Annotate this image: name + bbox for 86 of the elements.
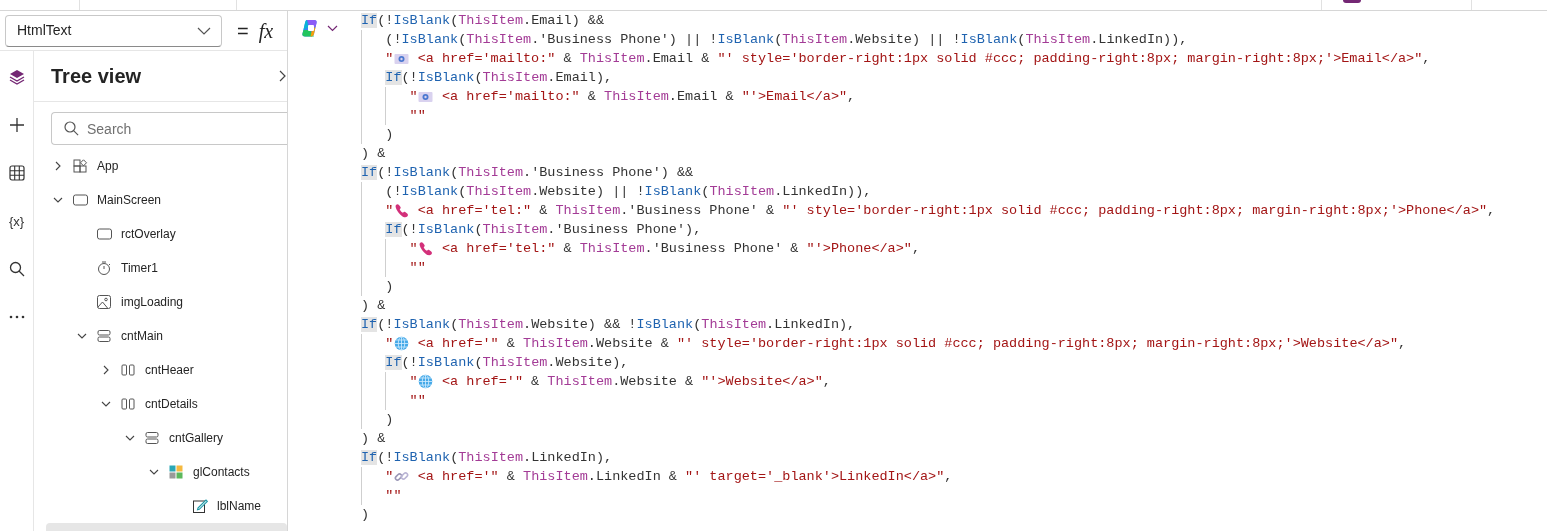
code-line: "" bbox=[385, 487, 402, 505]
tree-item[interactable]: cntMain bbox=[121, 327, 164, 345]
equals-sign: = bbox=[237, 18, 249, 44]
code-line: ) & bbox=[361, 297, 386, 315]
tree-item[interactable]: imgLoading bbox=[121, 293, 184, 311]
code-line: "" bbox=[409, 392, 426, 410]
variables-button[interactable]: {x} bbox=[8, 214, 25, 228]
rectangle-icon bbox=[97, 227, 112, 241]
expanded-chevron-icon[interactable] bbox=[77, 333, 87, 339]
search-icon bbox=[64, 121, 79, 136]
code-line: If(!IsBlank(ThisItem.LinkedIn), bbox=[361, 449, 613, 467]
image-icon bbox=[97, 295, 112, 309]
expanded-chevron-icon[interactable] bbox=[53, 197, 63, 203]
tree-item[interactable]: cntGallery bbox=[169, 429, 224, 447]
code-line: ) bbox=[385, 411, 394, 429]
expanded-chevron-icon[interactable] bbox=[101, 401, 111, 407]
code-line: <a href='mailto:" & ThisItem.Email & "'>Email</a>", bbox=[441, 88, 856, 106]
container-icon bbox=[97, 329, 112, 343]
code-line: ) bbox=[385, 278, 394, 296]
tree-item[interactable]: rctOverlay bbox=[121, 225, 176, 243]
container-icon bbox=[121, 363, 136, 377]
email-icon bbox=[394, 52, 409, 65]
code-line: <a href='tel:" & ThisItem.'Business Phone' & "'>Phone</a>", bbox=[441, 240, 920, 258]
tree-item[interactable]: MainScreen bbox=[97, 191, 162, 209]
collapsed-chevron-icon[interactable] bbox=[103, 365, 109, 375]
code-line: If(!IsBlank(ThisItem.'Business Phone'), bbox=[385, 221, 702, 239]
search-field[interactable]: Search bbox=[51, 112, 287, 145]
expanded-chevron-icon[interactable] bbox=[149, 469, 159, 475]
caret-icon[interactable] bbox=[327, 25, 338, 32]
collapse-chevron-icon[interactable] bbox=[279, 70, 286, 82]
code-line: If(!IsBlank(ThisItem.'Business Phone') && bbox=[361, 164, 694, 182]
container-icon bbox=[145, 431, 160, 445]
code-line: ) bbox=[385, 126, 394, 144]
panel-title: Tree view bbox=[51, 64, 142, 89]
screen-icon bbox=[73, 193, 88, 207]
tree-item[interactable]: App bbox=[97, 157, 119, 175]
phone-icon bbox=[418, 241, 434, 256]
edit-icon bbox=[193, 499, 208, 513]
code-line: " bbox=[409, 240, 418, 258]
tree-item[interactable]: cntDetails bbox=[145, 395, 198, 413]
property-dropdown[interactable]: HtmlText bbox=[5, 14, 222, 47]
email-icon bbox=[418, 90, 434, 103]
layers-icon[interactable] bbox=[7, 68, 26, 86]
globe-icon bbox=[394, 336, 409, 351]
tree-item[interactable]: glContacts bbox=[193, 463, 250, 481]
table-icon[interactable] bbox=[8, 165, 25, 181]
code-line: If(!IsBlank(ThisItem.Website) && !IsBlank(ThisItem.LinkedIn), bbox=[361, 316, 856, 334]
code-line: "" bbox=[409, 259, 426, 277]
collapsed-chevron-icon[interactable] bbox=[55, 161, 61, 171]
chevron-down-icon bbox=[197, 26, 211, 35]
code-line: <a href='mailto:" & ThisItem.Email & "' style='border-right:1px solid #ccc; padding-right:8px; margin-right:8px;'>Email</a>", bbox=[416, 50, 1431, 68]
tree-item[interactable]: cntHeaer bbox=[145, 361, 194, 379]
code-line: ) & bbox=[361, 145, 386, 163]
container-icon bbox=[121, 397, 136, 411]
code-line: " bbox=[385, 468, 394, 486]
code-line: If(!IsBlank(ThisItem.Website), bbox=[385, 354, 629, 372]
fx-label[interactable]: fx bbox=[258, 15, 274, 46]
code-line: "" bbox=[409, 107, 426, 125]
code-line: " bbox=[385, 335, 394, 353]
more-icon[interactable] bbox=[8, 315, 25, 319]
code-line: (!IsBlank(ThisItem.'Business Phone') || !IsBlank(ThisItem.Website) || !IsBlank(ThisItem.LinkedIn)), bbox=[385, 31, 1188, 49]
code-line: ) bbox=[361, 506, 370, 524]
code-line: ) & bbox=[361, 430, 386, 448]
code-line: " bbox=[385, 202, 394, 220]
code-line: <a href='" & ThisItem.Website & "' style='border-right:1px solid #ccc; padding-right:8px; margin-right:8px;'>Website</a>", bbox=[416, 335, 1407, 353]
timer-icon bbox=[97, 261, 112, 275]
tree-item[interactable]: Timer1 bbox=[121, 259, 158, 277]
globe-icon bbox=[418, 374, 434, 389]
gallery-icon bbox=[169, 465, 184, 479]
code-line: " bbox=[409, 373, 418, 391]
code-line: If(!IsBlank(ThisItem.Email), bbox=[385, 69, 613, 87]
expanded-chevron-icon[interactable] bbox=[125, 435, 135, 441]
tree-item[interactable]: lblName bbox=[217, 497, 261, 515]
code-line: <a href='" & ThisItem.LinkedIn & "' target='_blank'>LinkedIn</a>", bbox=[416, 468, 953, 486]
code-line: If(!IsBlank(ThisItem.Email) && bbox=[361, 12, 605, 30]
code-line: " bbox=[409, 88, 418, 106]
link-icon bbox=[394, 469, 409, 484]
code-line: (!IsBlank(ThisItem.Website) || !IsBlank(ThisItem.LinkedIn)), bbox=[385, 183, 872, 201]
search-icon[interactable] bbox=[8, 261, 25, 277]
phone-icon bbox=[394, 203, 409, 218]
tab-indicator bbox=[1343, 0, 1361, 3]
code-line: <a href='tel:" & ThisItem.'Business Phone' & "' style='border-right:1px solid #ccc; padding-right:8px; margin-right:8px;'>Phone</a>", bbox=[416, 202, 1496, 220]
add-icon[interactable] bbox=[8, 117, 25, 133]
code-line: <a href='" & ThisItem.Website & "'>Website</a>", bbox=[441, 373, 831, 391]
code-line: " bbox=[385, 50, 394, 68]
app-icon bbox=[73, 159, 88, 173]
